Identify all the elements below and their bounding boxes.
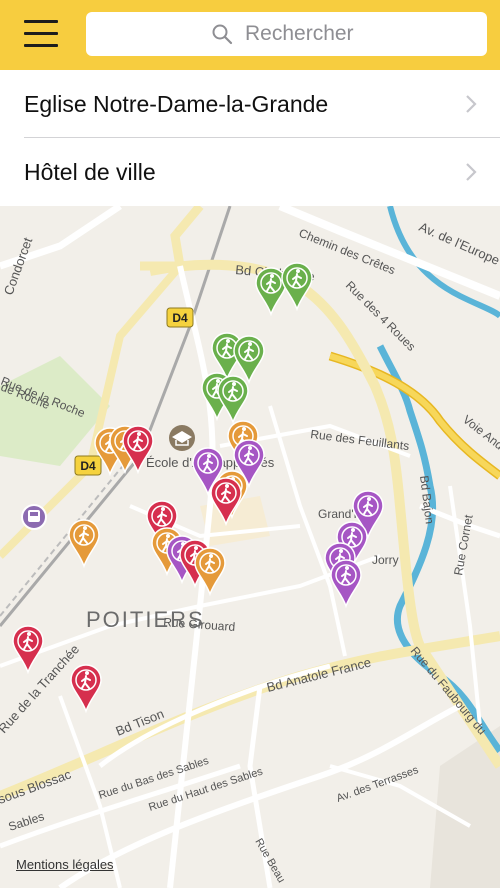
svg-text:D4: D4 <box>80 459 96 473</box>
list-item[interactable]: Eglise Notre-Dame-la-Grande <box>0 70 500 138</box>
road-label: Jorry <box>372 553 399 567</box>
map-view[interactable]: Av. de l'Europe Chemin des Crêtes Rue de… <box>0 206 500 888</box>
search-input[interactable]: Rechercher <box>86 12 487 56</box>
route-badge: D4 <box>74 455 102 476</box>
list-item-label: Eglise Notre-Dame-la-Grande <box>24 91 329 117</box>
hamburger-menu-icon[interactable] <box>24 18 60 50</box>
svg-text:D4: D4 <box>172 311 188 325</box>
search-icon <box>212 24 233 45</box>
list-item-label: Hôtel de ville <box>24 159 156 185</box>
chevron-right-icon <box>466 95 477 113</box>
list-item[interactable]: Hôtel de ville <box>0 138 500 206</box>
train-station-icon[interactable] <box>21 504 47 530</box>
city-label: POITIERS <box>86 607 205 632</box>
school-icon <box>169 425 195 451</box>
chevron-right-icon <box>466 163 477 181</box>
top-bar: Rechercher <box>0 0 500 70</box>
search-placeholder: Rechercher <box>245 22 354 45</box>
legal-notice-link[interactable]: Mentions légales <box>16 857 114 872</box>
route-badge: D4 <box>166 307 194 328</box>
